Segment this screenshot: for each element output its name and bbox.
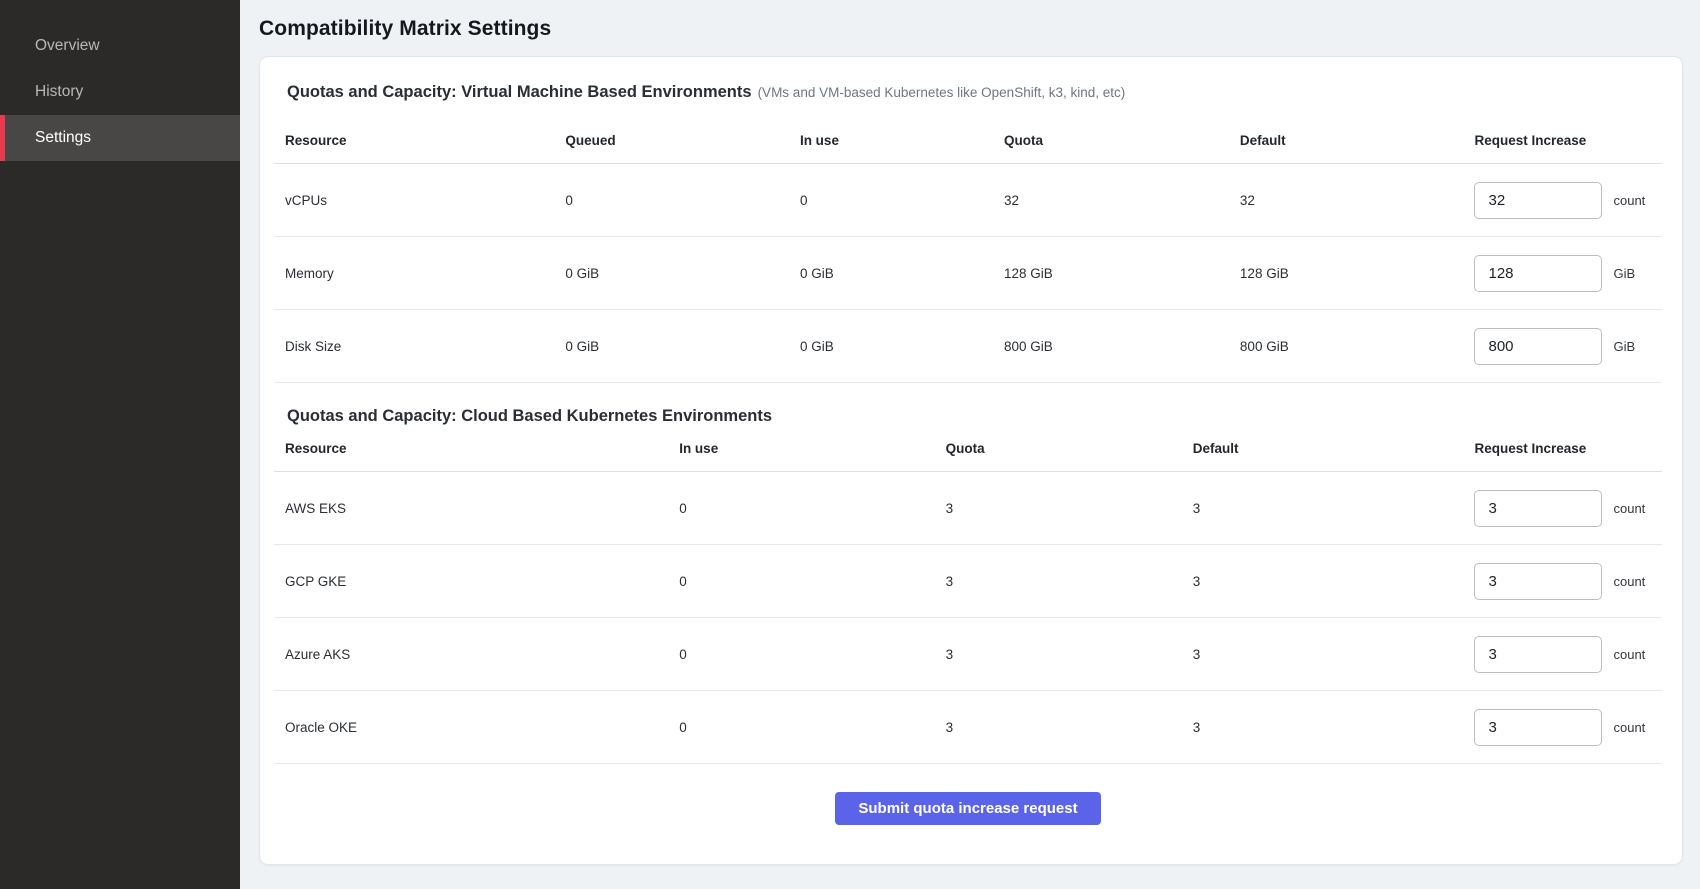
vm-section-note: (VMs and VM-based Kubernetes like OpenSh… (758, 85, 1126, 100)
cell-request-increase: count (1463, 691, 1662, 764)
sidebar: Overview History Settings (0, 0, 240, 889)
sidebar-item-label: Settings (35, 129, 91, 147)
cell-request-increase: GiB (1463, 310, 1662, 383)
column-header-quota: Quota (993, 118, 1229, 164)
disk-size-request-input[interactable] (1474, 328, 1602, 365)
unit-label: count (1613, 720, 1645, 735)
table-row-disk-size: Disk Size 0 GiB 0 GiB 800 GiB 800 GiB Gi… (274, 310, 1662, 383)
cell-request-increase: count (1463, 618, 1662, 691)
vm-section-title: Quotas and Capacity: Virtual Machine Bas… (287, 83, 1662, 102)
page-title: Compatibility Matrix Settings (259, 17, 1683, 41)
column-header-queued: Queued (554, 118, 789, 164)
column-header-resource: Resource (274, 118, 554, 164)
unit-label: count (1613, 501, 1645, 516)
column-header-in-use: In use (668, 426, 934, 472)
unit-label: GiB (1613, 339, 1635, 354)
table-row-aws-eks: AWS EKS 0 3 3 count (274, 472, 1662, 545)
cell-request-increase: count (1463, 164, 1662, 237)
cell-default: 3 (1182, 545, 1464, 618)
cell-quota: 128 GiB (993, 237, 1229, 310)
unit-label: count (1613, 574, 1645, 589)
column-header-resource: Resource (274, 426, 668, 472)
column-header-default: Default (1182, 426, 1464, 472)
cell-in-use: 0 GiB (789, 310, 993, 383)
cell-in-use: 0 (668, 691, 934, 764)
cell-resource: Azure AKS (274, 618, 668, 691)
cell-default: 3 (1182, 472, 1464, 545)
vcpus-request-input[interactable] (1474, 182, 1602, 219)
card-footer: Submit quota increase request (274, 792, 1662, 825)
cloud-section-title: Quotas and Capacity: Cloud Based Kuberne… (287, 407, 1662, 426)
memory-request-input[interactable] (1474, 255, 1602, 292)
unit-label: count (1613, 193, 1645, 208)
cell-resource: vCPUs (274, 164, 554, 237)
sidebar-item-settings[interactable]: Settings (0, 115, 240, 161)
column-header-default: Default (1229, 118, 1464, 164)
cell-quota: 800 GiB (993, 310, 1229, 383)
main-content: Compatibility Matrix Settings Quotas and… (240, 0, 1700, 889)
oracle-oke-request-input[interactable] (1474, 709, 1602, 746)
column-header-quota: Quota (935, 426, 1182, 472)
column-header-in-use: In use (789, 118, 993, 164)
table-row-oracle-oke: Oracle OKE 0 3 3 count (274, 691, 1662, 764)
unit-label: count (1613, 647, 1645, 662)
vm-section-title-text: Quotas and Capacity: Virtual Machine Bas… (287, 83, 752, 101)
column-header-request-increase: Request Increase (1463, 426, 1662, 472)
cell-resource: GCP GKE (274, 545, 668, 618)
sidebar-item-label: History (35, 83, 83, 101)
settings-card: Quotas and Capacity: Virtual Machine Bas… (259, 56, 1683, 865)
cell-quota: 3 (935, 618, 1182, 691)
sidebar-item-overview[interactable]: Overview (0, 23, 240, 69)
cell-quota: 3 (935, 472, 1182, 545)
unit-label: GiB (1613, 266, 1635, 281)
cell-queued: 0 (554, 164, 789, 237)
cell-quota: 32 (993, 164, 1229, 237)
column-header-request-increase: Request Increase (1463, 118, 1662, 164)
cell-request-increase: count (1463, 472, 1662, 545)
cell-resource: Memory (274, 237, 554, 310)
cell-resource: Oracle OKE (274, 691, 668, 764)
cell-queued: 0 GiB (554, 310, 789, 383)
cell-default: 800 GiB (1229, 310, 1464, 383)
cell-default: 32 (1229, 164, 1464, 237)
sidebar-item-label: Overview (35, 37, 100, 55)
sidebar-item-history[interactable]: History (0, 69, 240, 115)
cell-in-use: 0 (668, 545, 934, 618)
table-row-gcp-gke: GCP GKE 0 3 3 count (274, 545, 1662, 618)
cell-in-use: 0 (789, 164, 993, 237)
table-row-vcpus: vCPUs 0 0 32 32 count (274, 164, 1662, 237)
cell-request-increase: count (1463, 545, 1662, 618)
cell-in-use: 0 (668, 618, 934, 691)
aws-eks-request-input[interactable] (1474, 490, 1602, 527)
gcp-gke-request-input[interactable] (1474, 563, 1602, 600)
cell-default: 3 (1182, 618, 1464, 691)
submit-quota-increase-button[interactable]: Submit quota increase request (835, 792, 1100, 825)
table-row-memory: Memory 0 GiB 0 GiB 128 GiB 128 GiB GiB (274, 237, 1662, 310)
cell-resource: AWS EKS (274, 472, 668, 545)
cell-default: 128 GiB (1229, 237, 1464, 310)
cell-resource: Disk Size (274, 310, 554, 383)
cell-quota: 3 (935, 691, 1182, 764)
cloud-table-header: Resource In use Quota Default Request In… (274, 426, 1662, 472)
vm-table-header: Resource Queued In use Quota Default Req… (274, 118, 1662, 164)
cell-queued: 0 GiB (554, 237, 789, 310)
cell-in-use: 0 GiB (789, 237, 993, 310)
cell-quota: 3 (935, 545, 1182, 618)
cell-default: 3 (1182, 691, 1464, 764)
cell-in-use: 0 (668, 472, 934, 545)
table-row-azure-aks: Azure AKS 0 3 3 count (274, 618, 1662, 691)
azure-aks-request-input[interactable] (1474, 636, 1602, 673)
cloud-section-title-text: Quotas and Capacity: Cloud Based Kuberne… (287, 407, 772, 425)
cell-request-increase: GiB (1463, 237, 1662, 310)
